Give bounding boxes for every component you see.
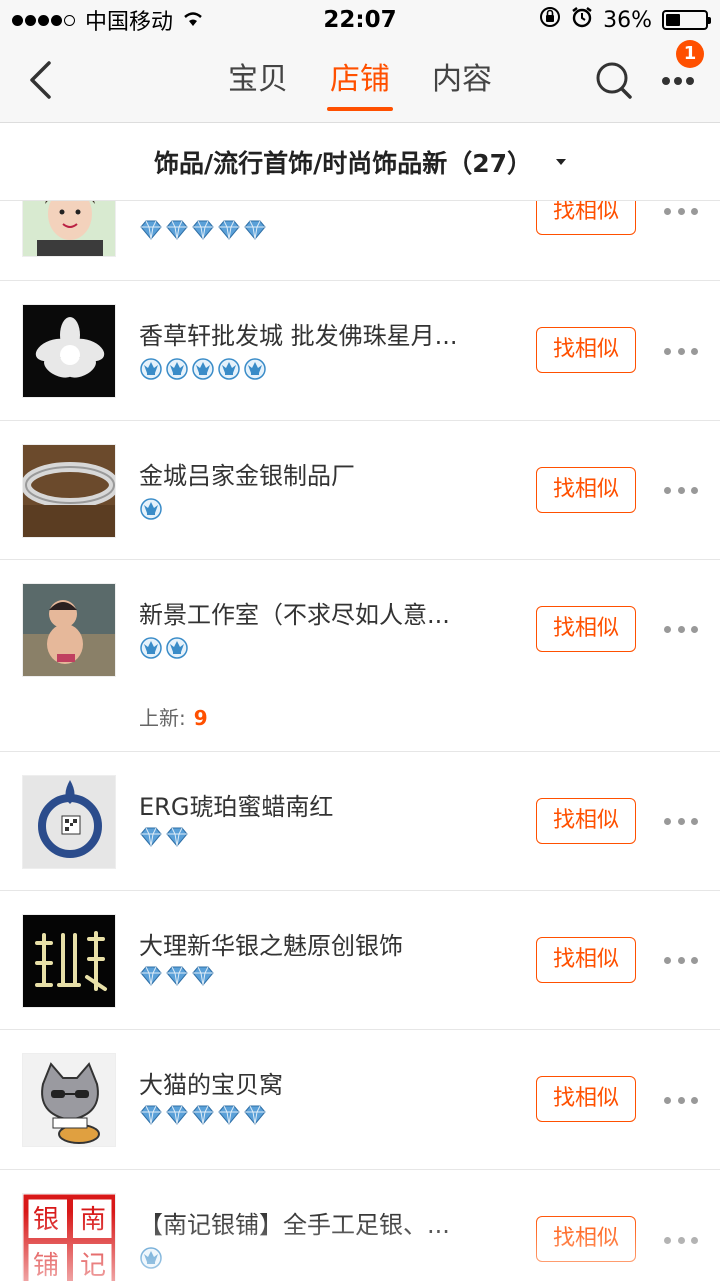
shop-avatar[interactable]: [22, 914, 116, 1008]
tab-baobei[interactable]: 宝贝: [225, 40, 291, 123]
status-bar: 中国移动 22:07 36%: [0, 0, 720, 40]
wifi-icon: [181, 8, 205, 33]
row-more-icon[interactable]: [664, 811, 698, 831]
shop-level: [139, 827, 189, 851]
shop-avatar[interactable]: [22, 1053, 116, 1147]
alarm-icon: [571, 6, 593, 34]
shop-level: [139, 635, 189, 663]
row-more-icon[interactable]: [664, 950, 698, 970]
svg-text:记: 记: [80, 1251, 106, 1281]
search-icon[interactable]: [594, 60, 636, 102]
nav-bar: 宝贝 店铺 内容: [0, 40, 720, 123]
find-similar-button[interactable]: 找相似: [536, 327, 636, 373]
carrier-label: 中国移动: [85, 10, 174, 35]
notification-badge: 1: [676, 40, 704, 68]
new-items-label: 上新:: [139, 706, 186, 730]
row-more-icon[interactable]: [664, 341, 698, 361]
shop-row[interactable]: 大猫的宝贝窝 找相似: [0, 1030, 720, 1170]
find-similar-button[interactable]: 找相似: [536, 467, 636, 513]
shop-level: [139, 1105, 267, 1129]
shop-level: [139, 1245, 163, 1273]
new-items-info: 上新: 9: [139, 702, 208, 731]
battery-percent: 36%: [603, 7, 652, 33]
diamond-icon: [139, 220, 163, 244]
shop-name[interactable]: ERG琥珀蜜蜡南红: [139, 787, 499, 822]
diamond-icon: [217, 1105, 241, 1129]
diamond-icon: [165, 966, 189, 990]
row-more-icon[interactable]: [664, 201, 698, 221]
find-similar-button[interactable]: 找相似: [536, 937, 636, 983]
battery-icon: [662, 10, 711, 30]
shop-row[interactable]: 新景工作室（不求尽如人意... 找相似 上新: 9: [0, 560, 720, 752]
row-more-icon[interactable]: [664, 480, 698, 500]
shop-avatar[interactable]: 银 南 铺 记: [22, 1193, 116, 1281]
shop-name[interactable]: 【南记银铺】全手工足银、...: [139, 1205, 499, 1240]
more-dots-icon[interactable]: [656, 66, 700, 96]
shop-level: [139, 966, 215, 990]
diamond-icon: [191, 1105, 215, 1129]
shop-name[interactable]: 金城吕家金银制品厂: [139, 456, 499, 491]
crown-icon: [139, 635, 163, 663]
crown-icon: [139, 496, 163, 524]
shop-row[interactable]: 金城吕家金银制品厂 找相似: [0, 421, 720, 560]
diamond-icon: [165, 827, 189, 851]
row-more-icon[interactable]: [664, 619, 698, 639]
shop-name[interactable]: 大理新华银之魅原创银饰: [139, 926, 499, 961]
crown-icon: [191, 356, 215, 384]
svg-text:铺: 铺: [33, 1251, 59, 1281]
crown-icon: [165, 635, 189, 663]
crown-icon: [243, 356, 267, 384]
shop-name[interactable]: 大猫的宝贝窝: [139, 1065, 499, 1100]
diamond-icon: [139, 966, 163, 990]
find-similar-button[interactable]: 找相似: [536, 1076, 636, 1122]
diamond-icon: [191, 220, 215, 244]
orientation-lock-icon: [539, 6, 561, 34]
shop-row[interactable]: 银 南 铺 记 【南记银铺】全手工足银、... 找相似: [0, 1170, 720, 1281]
shop-avatar[interactable]: [22, 304, 116, 398]
crown-icon: [139, 356, 163, 384]
tab-dianpu[interactable]: 店铺: [327, 40, 393, 123]
diamond-icon: [165, 220, 189, 244]
back-chevron-icon[interactable]: [18, 58, 62, 102]
shop-level: [139, 220, 267, 244]
shop-name[interactable]: 香草轩批发城 批发佛珠星月...: [139, 316, 499, 351]
shop-level: [139, 496, 163, 524]
crown-icon: [217, 356, 241, 384]
svg-text:南: 南: [80, 1205, 106, 1235]
shop-avatar[interactable]: [22, 444, 116, 538]
diamond-icon: [139, 1105, 163, 1129]
row-more-icon[interactable]: [664, 1230, 698, 1250]
find-similar-button[interactable]: 找相似: [536, 1216, 636, 1262]
category-filter[interactable]: 饰品/流行首饰/时尚饰品新（27）: [0, 123, 720, 201]
new-items-count: 9: [193, 706, 208, 730]
diamond-icon: [139, 827, 163, 851]
seal-text: 银: [33, 1205, 59, 1235]
crown-icon: [165, 356, 189, 384]
shop-row[interactable]: ERG琥珀蜜蜡南红 找相似: [0, 752, 720, 891]
shop-avatar[interactable]: [22, 775, 116, 869]
diamond-icon: [165, 1105, 189, 1129]
find-similar-button[interactable]: 找相似: [536, 606, 636, 652]
shop-level: [139, 356, 267, 384]
tab-neirong[interactable]: 内容: [429, 40, 495, 123]
crown-icon: [139, 1245, 163, 1273]
shop-avatar[interactable]: [22, 583, 116, 677]
signal-strength-icon: [12, 14, 77, 26]
diamond-icon: [217, 220, 241, 244]
caret-down-icon[interactable]: [556, 158, 567, 165]
category-filter-label[interactable]: 饰品/流行首饰/时尚饰品新（27）: [154, 144, 532, 180]
diamond-icon: [243, 1105, 267, 1129]
shop-name[interactable]: 新景工作室（不求尽如人意...: [139, 595, 499, 630]
shop-row[interactable]: 大理新华银之魅原创银饰 找相似: [0, 891, 720, 1030]
row-more-icon[interactable]: [664, 1090, 698, 1110]
find-similar-button[interactable]: 找相似: [536, 798, 636, 844]
shop-row[interactable]: 香草轩批发城 批发佛珠星月... 找相似: [0, 281, 720, 421]
diamond-icon: [191, 966, 215, 990]
diamond-icon: [243, 220, 267, 244]
